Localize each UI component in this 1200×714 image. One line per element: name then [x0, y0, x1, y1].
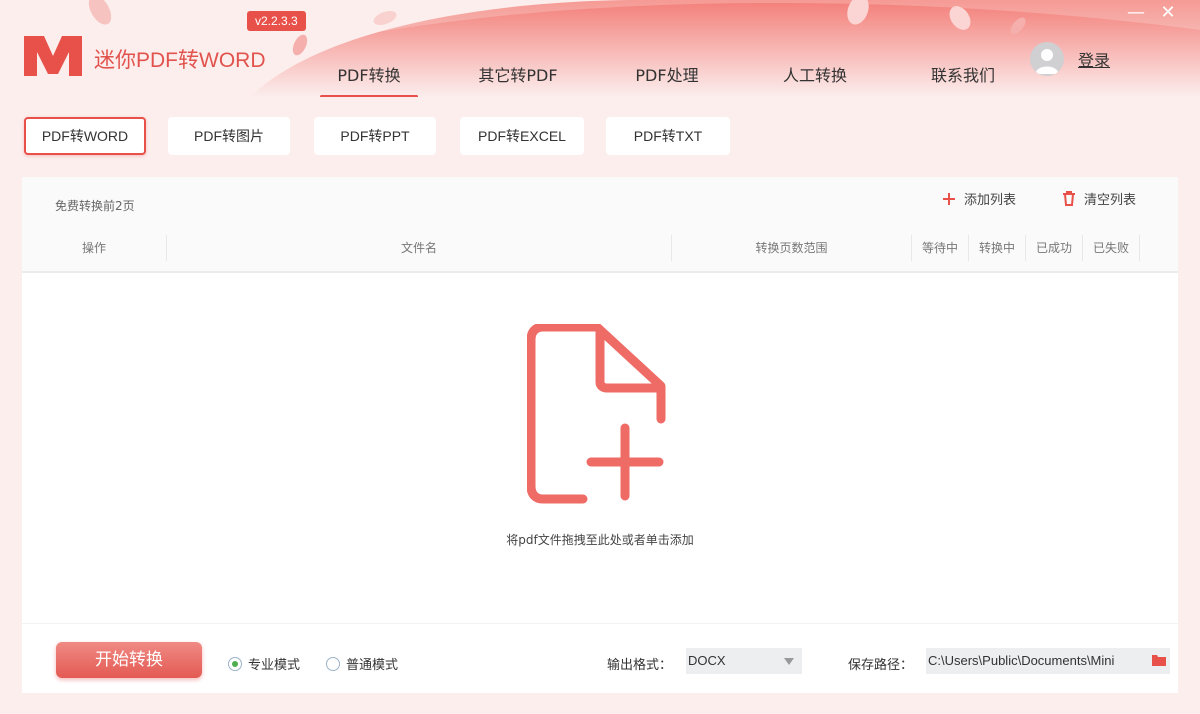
start-conversion-button[interactable]: 开始转换 — [56, 642, 202, 678]
tab-pdf-to-excel[interactable]: PDF转EXCEL — [460, 117, 584, 155]
minimize-button[interactable]: — — [1124, 2, 1148, 26]
clear-list-label: 清空列表 — [1084, 193, 1137, 208]
version-badge: v2.2.3.3 — [247, 11, 306, 31]
save-path-value: C:\Users\Public\Documents\Mini — [928, 653, 1115, 668]
title-bar: 迷你PDF转WORD v2.2.3.3 PDF转换 其它转PDF PDF处理 人… — [0, 0, 1200, 97]
nav-pdf-convert[interactable]: PDF转换 — [320, 62, 418, 97]
column-header-filename: 文件名 — [167, 235, 672, 261]
add-file-icon — [527, 324, 666, 504]
column-header-failed: 已失败 — [1083, 235, 1140, 261]
conversion-controls: 开始转换 专业模式 普通模式 输出格式： DOCX 保存路径： C:\Users… — [22, 623, 1178, 693]
file-panel: 免费转换前2页 添加列表 清空列表 操作 文件名 转换页数范围 等待中 转换中 … — [22, 177, 1178, 693]
column-header-waiting: 等待中 — [912, 235, 969, 261]
column-header-actions: 操作 — [22, 235, 167, 261]
radio-unselected-indicator — [326, 656, 340, 671]
tab-pdf-to-ppt[interactable]: PDF转PPT — [314, 117, 436, 155]
radio-selected-indicator — [228, 656, 242, 671]
login-link[interactable]: 登录 — [1078, 47, 1110, 71]
output-format-label: 输出格式： — [607, 658, 673, 673]
logo-icon — [24, 36, 82, 76]
column-header-page-range: 转换页数范围 — [672, 235, 912, 261]
save-path-label: 保存路径： — [848, 658, 914, 673]
drop-hint: 将pdf文件拖拽至此处或者单击添加 — [506, 533, 694, 547]
nav-manual-convert[interactable]: 人工转换 — [770, 62, 860, 97]
close-icon: ✕ — [1160, 2, 1176, 23]
column-header-succeeded: 已成功 — [1026, 235, 1083, 261]
tab-pdf-to-image[interactable]: PDF转图片 — [168, 117, 290, 155]
minimize-icon: — — [1127, 2, 1145, 23]
plus-icon — [943, 192, 955, 205]
clear-list-button[interactable]: 清空列表 — [1062, 189, 1136, 208]
trash-icon — [1063, 191, 1075, 206]
output-format-value: DOCX — [688, 653, 726, 668]
chevron-down-icon — [784, 658, 794, 665]
free-conversion-note: 免费转换前2页 — [55, 199, 135, 213]
nav-pdf-tools[interactable]: PDF处理 — [620, 62, 714, 97]
add-list-button[interactable]: 添加列表 — [942, 189, 1016, 208]
nav-contact-us[interactable]: 联系我们 — [918, 62, 1008, 97]
mode-normal-label: 普通模式 — [346, 658, 399, 673]
add-list-label: 添加列表 — [964, 193, 1017, 208]
folder-icon[interactable] — [1152, 654, 1166, 666]
mode-professional-label: 专业模式 — [248, 658, 301, 673]
column-header-converting: 转换中 — [969, 235, 1026, 261]
save-path-field[interactable]: C:\Users\Public\Documents\Mini — [926, 648, 1170, 674]
close-button[interactable]: ✕ — [1156, 2, 1180, 26]
output-format-select[interactable]: DOCX — [686, 648, 802, 674]
mode-professional-radio[interactable]: 专业模式 — [228, 654, 300, 673]
user-icon — [1035, 49, 1059, 74]
table-header: 操作 文件名 转换页数范围 等待中 转换中 已成功 已失败 — [22, 223, 1178, 273]
file-drop-zone[interactable]: 将pdf文件拖拽至此处或者单击添加 — [22, 273, 1178, 623]
app-title: 迷你PDF转WORD — [94, 49, 266, 72]
tab-pdf-to-txt[interactable]: PDF转TXT — [606, 117, 730, 155]
panel-toolbar: 免费转换前2页 添加列表 清空列表 — [22, 177, 1178, 223]
avatar[interactable] — [1030, 42, 1064, 76]
mode-normal-radio[interactable]: 普通模式 — [326, 654, 398, 673]
nav-other-to-pdf[interactable]: 其它转PDF — [466, 62, 570, 97]
tab-pdf-to-word[interactable]: PDF转WORD — [24, 117, 146, 155]
